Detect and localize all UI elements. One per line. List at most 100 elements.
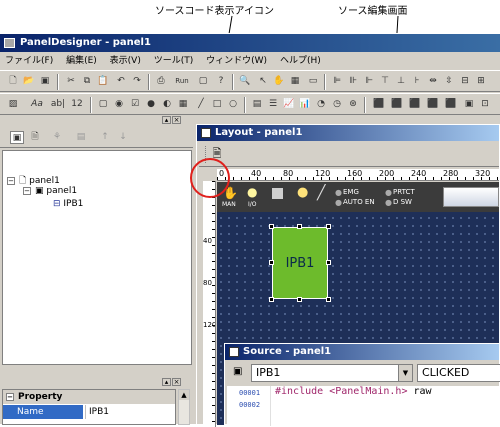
menu-tools[interactable]: ツール(T) — [149, 53, 199, 69]
arrange-4-icon[interactable]: ⬛ — [426, 98, 440, 111]
property-restore-icon[interactable]: ▴ — [162, 378, 171, 386]
hand-tool-icon[interactable]: ✋ — [272, 75, 286, 88]
resize-handle[interactable] — [297, 224, 302, 229]
object-tool-icon[interactable]: ▤ — [74, 131, 88, 144]
lamp-tool-icon[interactable]: ● — [144, 98, 158, 111]
graph-tool-icon[interactable]: 📈 — [282, 98, 296, 111]
display-widget[interactable] — [443, 187, 499, 207]
menu-window[interactable]: ウィンドウ(W) — [201, 53, 272, 69]
bar-tool-icon[interactable]: 📊 — [298, 98, 312, 111]
resize-handle[interactable] — [269, 224, 274, 229]
bitmap-tool-icon[interactable]: ▦ — [176, 98, 190, 111]
list-tool-icon[interactable]: ☰ — [266, 98, 280, 111]
tree-item-ipb1[interactable]: ⊟ IPB1 — [53, 199, 83, 209]
panel-tool-icon[interactable]: ▤ — [250, 98, 264, 111]
collapse-icon[interactable]: − — [23, 186, 31, 195]
arrange-7-icon[interactable]: ⊡ — [478, 98, 492, 111]
clock-tool-icon[interactable]: ◷ — [330, 98, 344, 111]
radio-tool-icon[interactable]: ◉ — [112, 98, 126, 111]
number-tool-button[interactable]: 12 — [70, 98, 84, 111]
resize-handle[interactable] — [269, 260, 274, 265]
run-button[interactable]: Run — [172, 75, 192, 88]
page-view-icon[interactable]: 🗎 — [28, 131, 42, 144]
switch-tool-icon[interactable]: ◐ — [160, 98, 174, 111]
menu-file[interactable]: ファイル(F) — [0, 53, 58, 69]
property-name-value[interactable]: IPB1 — [85, 405, 175, 419]
menu-help[interactable]: ヘルプ(H) — [275, 53, 326, 69]
pane-restore-icon[interactable]: ▴ — [162, 116, 171, 124]
save-icon[interactable]: ▣ — [38, 75, 52, 88]
align-center-icon[interactable]: ⊪ — [346, 75, 360, 88]
tree-item-panel[interactable]: − ▣ panel1 — [23, 186, 77, 196]
resize-handle[interactable] — [326, 297, 331, 302]
property-close-icon[interactable]: × — [172, 378, 181, 386]
object-select[interactable]: IPB1 ▼ — [251, 364, 413, 382]
distribute-h-icon[interactable]: ⇹ — [426, 75, 440, 88]
frame-icon[interactable]: ▭ — [306, 75, 320, 88]
arrange-1-icon[interactable]: ⬛ — [372, 98, 386, 111]
collapse-icon[interactable]: − — [7, 176, 15, 185]
zoom-icon[interactable]: 🔍 — [238, 75, 252, 88]
arrange-2-icon[interactable]: ⬛ — [390, 98, 404, 111]
ipb1-button[interactable]: IPB1 — [272, 227, 328, 299]
textbox-tool-button[interactable]: ab| — [48, 98, 68, 111]
dsw-label[interactable]: D SW — [393, 198, 412, 206]
arrange-5-icon[interactable]: ⬛ — [444, 98, 458, 111]
resize-handle[interactable] — [326, 224, 331, 229]
pointer-tool-icon[interactable]: ↖ — [256, 75, 270, 88]
resize-handle[interactable] — [326, 260, 331, 265]
grid-icon[interactable]: ▦ — [288, 75, 302, 88]
chevron-down-icon[interactable]: ▼ — [398, 365, 412, 381]
resize-handle[interactable] — [269, 297, 274, 302]
cut-icon[interactable]: ✂ — [64, 75, 78, 88]
text-tool-button[interactable]: Aa — [28, 98, 46, 111]
resize-handle[interactable] — [297, 297, 302, 302]
lamp-widget-icon[interactable]: ● — [297, 185, 308, 200]
code-editor[interactable]: 00001 00002 #include <PanelMain.h> raw — [227, 386, 499, 426]
distribute-v-icon[interactable]: ⇳ — [442, 75, 456, 88]
ellipse-tool-icon[interactable]: ○ — [226, 98, 240, 111]
menu-view[interactable]: 表示(V) — [105, 53, 146, 69]
align-left-icon[interactable]: ⊫ — [330, 75, 344, 88]
move-up-icon[interactable]: ↑ — [98, 131, 112, 144]
scroll-up-icon[interactable]: ▲ — [179, 390, 189, 400]
arrange-6-icon[interactable]: ▣ — [462, 98, 476, 111]
event-select[interactable]: CLICKED — [417, 364, 500, 382]
panel-view-icon[interactable]: ▣ — [10, 131, 24, 144]
check-tool-icon[interactable]: ☑ — [128, 98, 142, 111]
menu-edit[interactable]: 編集(E) — [61, 53, 102, 69]
stop-icon[interactable]: ▢ — [196, 75, 210, 88]
move-down-icon[interactable]: ↓ — [116, 131, 130, 144]
image-tool-icon[interactable]: ▨ — [6, 98, 20, 111]
arrange-3-icon[interactable]: ⬛ — [408, 98, 422, 111]
property-scrollbar[interactable]: ▲ — [178, 389, 190, 425]
new-file-icon[interactable]: 🗋 — [6, 75, 20, 88]
tree-tool-icon[interactable]: ⚘ — [50, 131, 64, 144]
square-widget-icon[interactable] — [272, 188, 283, 199]
rect-tool-icon[interactable]: □ — [210, 98, 224, 111]
same-width-icon[interactable]: ⊟ — [458, 75, 472, 88]
emg-label[interactable]: EMG — [343, 188, 359, 196]
bulb-widget-icon[interactable]: ● — [247, 185, 257, 199]
meter-tool-icon[interactable]: ⊛ — [346, 98, 360, 111]
align-right-icon[interactable]: ⊩ — [362, 75, 376, 88]
pane-close-icon[interactable]: × — [172, 116, 181, 124]
align-bottom-icon[interactable]: ⊦ — [410, 75, 424, 88]
prtct-label[interactable]: PRTCT — [393, 188, 415, 196]
button-tool-icon[interactable]: ▢ — [96, 98, 110, 111]
undo-icon[interactable]: ↶ — [114, 75, 128, 88]
align-top-icon[interactable]: ⊤ — [378, 75, 392, 88]
copy-icon[interactable]: ⧉ — [80, 75, 94, 88]
help-icon[interactable]: ? — [214, 75, 228, 88]
open-folder-icon[interactable]: 📂 — [22, 75, 36, 88]
gauge-tool-icon[interactable]: ◔ — [314, 98, 328, 111]
paste-icon[interactable]: 📋 — [96, 75, 110, 88]
property-name-label[interactable]: Name — [3, 405, 83, 419]
collapse-icon[interactable]: − — [6, 392, 14, 401]
auto-en-label[interactable]: AUTO EN — [343, 198, 375, 206]
same-height-icon[interactable]: ⊞ — [474, 75, 488, 88]
redo-icon[interactable]: ↷ — [130, 75, 144, 88]
print-icon[interactable]: ⎙ — [154, 75, 168, 88]
wand-widget-icon[interactable]: ╱ — [317, 185, 325, 201]
line-tool-icon[interactable]: ╱ — [194, 98, 208, 111]
